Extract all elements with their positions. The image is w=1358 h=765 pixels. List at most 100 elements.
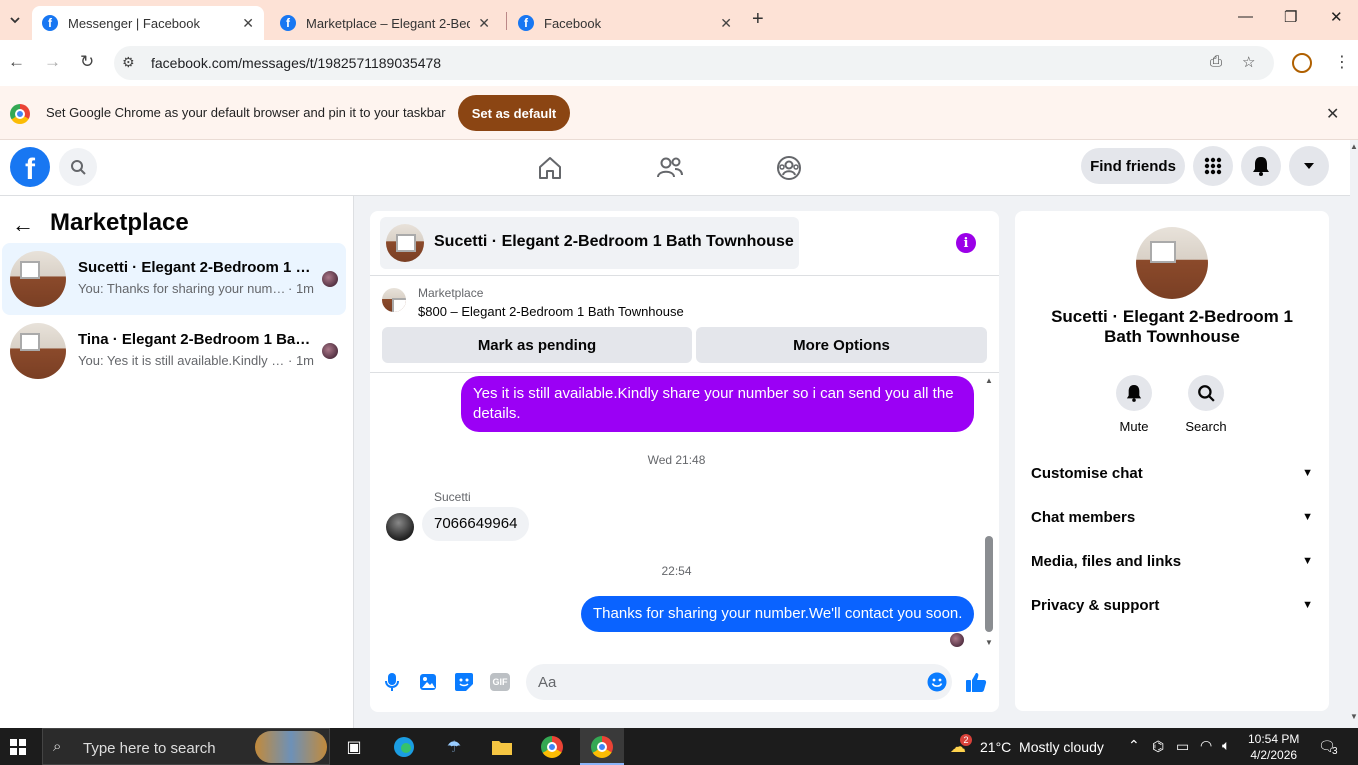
tab-facebook[interactable]: f Facebook ✕: [508, 6, 742, 40]
install-app-icon[interactable]: ⎙: [1210, 53, 1222, 70]
scroll-thumb[interactable]: [985, 536, 993, 632]
media-files-links-row[interactable]: Media, files and links ▼: [1023, 541, 1321, 581]
listing-price[interactable]: $800 – Elegant 2-Bedroom 1 Bath Townhous…: [418, 304, 684, 319]
facebook-search-button[interactable]: [59, 148, 97, 186]
photo-icon[interactable]: [417, 671, 439, 693]
weather-app-icon[interactable]: ☂: [442, 735, 466, 759]
conversation-info-icon[interactable]: i: [956, 233, 976, 253]
address-bar[interactable]: ⚙ facebook.com/messages/t/19825711890354…: [114, 46, 1274, 80]
seen-avatar: [950, 633, 964, 647]
listing-avatar: [1136, 227, 1208, 299]
profile-icon[interactable]: [1292, 53, 1312, 73]
search-in-conversation-button[interactable]: Search: [1176, 375, 1236, 434]
listing-thumbnail: [10, 323, 66, 379]
chevron-down-icon: ▼: [1302, 467, 1313, 479]
notifications-bell-icon[interactable]: [1241, 146, 1281, 186]
thumbs-up-icon[interactable]: [965, 671, 987, 693]
tab-marketplace[interactable]: f Marketplace – Elegant 2-Bedroom ✕: [270, 6, 500, 40]
window-close-icon[interactable]: ✕: [1330, 8, 1343, 26]
home-icon[interactable]: [536, 154, 564, 182]
message-input[interactable]: [526, 664, 952, 700]
more-options-button[interactable]: More Options: [696, 327, 987, 363]
browser-tab-strip: f Messenger | Facebook ✕ f Marketplace –…: [0, 0, 1358, 40]
back-arrow-icon[interactable]: ←: [8, 52, 25, 72]
tab-search-chevron-icon[interactable]: [4, 8, 26, 32]
conversation-item[interactable]: Tina · Elegant 2-Bedroom 1 Bath Townhous…: [2, 315, 346, 387]
windows-start-icon[interactable]: [10, 739, 26, 755]
thread-scrollbar[interactable]: ▲ ▼: [982, 374, 996, 652]
find-friends-button[interactable]: Find friends: [1081, 148, 1185, 184]
outgoing-message[interactable]: Yes it is still available.Kindly share y…: [461, 376, 974, 432]
scroll-down-arrow-icon[interactable]: ▼: [985, 638, 993, 647]
listing-thumbnail: [10, 251, 66, 307]
tab-close-icon[interactable]: ✕: [242, 15, 254, 32]
tab-title: Messenger | Facebook: [68, 15, 200, 31]
message-composer: GIF: [370, 661, 999, 705]
edge-icon[interactable]: [392, 735, 416, 759]
groups-icon[interactable]: [775, 154, 803, 182]
privacy-support-row[interactable]: Privacy & support ▼: [1023, 585, 1321, 625]
scroll-down-arrow-icon[interactable]: ▼: [1350, 712, 1358, 721]
scroll-up-arrow-icon[interactable]: ▲: [985, 376, 993, 385]
message-timestamp: Wed 21:48: [647, 453, 706, 467]
tab-messenger[interactable]: f Messenger | Facebook ✕: [32, 6, 264, 40]
browser-toolbar: ← → ↻ ⚙ facebook.com/messages/t/19825711…: [0, 40, 1358, 86]
menu-grid-icon[interactable]: [1193, 146, 1233, 186]
account-dropdown-icon[interactable]: [1289, 146, 1329, 186]
infobar-close-icon[interactable]: ✕: [1326, 104, 1339, 124]
meet-now-icon[interactable]: ⌬: [1152, 738, 1164, 755]
reload-icon[interactable]: ↻: [80, 52, 94, 72]
taskbar-clock[interactable]: 10:54 PM 4/2/2026: [1248, 731, 1299, 763]
listing-label: Marketplace: [418, 286, 484, 300]
chat-members-row[interactable]: Chat members ▼: [1023, 497, 1321, 537]
conversation-item[interactable]: Sucetti · Elegant 2-Bedroom 1 Bath Townh…: [2, 243, 346, 315]
clock-date: 4/2/2026: [1250, 748, 1298, 762]
chrome-taskbar-icon[interactable]: [540, 735, 564, 759]
sticker-icon[interactable]: [453, 671, 475, 693]
minimize-icon[interactable]: —: [1238, 8, 1253, 25]
bookmark-star-icon[interactable]: ☆: [1242, 53, 1255, 71]
incoming-message[interactable]: 7066649964: [422, 507, 530, 541]
chat-header[interactable]: Sucetti · Elegant 2-Bedroom 1 Bath Townh…: [380, 217, 799, 269]
tab-separator: [506, 12, 507, 30]
search-label: Search: [1185, 419, 1227, 434]
seen-avatar: [322, 271, 338, 287]
listing-thumbnail: [386, 224, 424, 262]
page-scrollbar[interactable]: ▲ ▼: [1350, 140, 1358, 728]
file-explorer-icon[interactable]: [490, 735, 514, 759]
set-as-default-button[interactable]: Set as default: [458, 95, 570, 131]
microphone-icon[interactable]: [381, 671, 403, 693]
customise-chat-row[interactable]: Customise chat ▼: [1023, 453, 1321, 493]
facebook-header: f Find friends: [0, 140, 1350, 196]
default-browser-infobar: Set Google Chrome as your default browse…: [0, 86, 1358, 140]
mute-button[interactable]: Mute: [1104, 375, 1164, 434]
weather-text[interactable]: 21°C Mostly cloudy: [980, 739, 1104, 755]
task-view-icon[interactable]: ▣: [342, 735, 366, 759]
mark-as-pending-button[interactable]: Mark as pending: [382, 327, 692, 363]
wifi-icon[interactable]: ◠: [1200, 737, 1212, 754]
friends-icon[interactable]: [656, 154, 684, 182]
tab-close-icon[interactable]: ✕: [478, 15, 490, 32]
search-icon: ⌕: [53, 738, 62, 755]
tab-close-icon[interactable]: ✕: [720, 15, 732, 32]
facebook-logo-icon[interactable]: f: [10, 147, 50, 187]
sender-avatar[interactable]: [386, 513, 414, 541]
volume-icon[interactable]: 🔈︎: [1222, 737, 1230, 754]
gif-icon[interactable]: GIF: [489, 671, 511, 693]
battery-icon[interactable]: ▭: [1176, 738, 1189, 755]
maximize-icon[interactable]: ❐: [1284, 8, 1297, 26]
chrome-menu-icon[interactable]: ⋮: [1334, 52, 1350, 72]
details-name: Sucetti · Elegant 2-Bedroom 1 Bath Townh…: [1051, 307, 1293, 346]
chevron-down-icon: ▼: [1302, 511, 1313, 523]
url-text[interactable]: facebook.com/messages/t/1982571189035478: [151, 55, 441, 71]
site-settings-icon[interactable]: ⚙: [122, 54, 135, 71]
scroll-up-arrow-icon[interactable]: ▲: [1350, 142, 1358, 151]
outgoing-message[interactable]: Thanks for sharing your number.We'll con…: [581, 596, 975, 632]
taskbar-search-box[interactable]: ⌕ Type here to search: [42, 728, 330, 765]
forward-arrow-icon[interactable]: →: [44, 52, 61, 72]
tray-chevron-up-icon[interactable]: ⌃: [1128, 737, 1140, 754]
back-arrow-icon[interactable]: ←: [12, 212, 34, 238]
emoji-icon[interactable]: [926, 671, 948, 693]
new-tab-plus-icon[interactable]: +: [752, 8, 764, 31]
chrome-profile-taskbar-icon[interactable]: [590, 735, 614, 759]
